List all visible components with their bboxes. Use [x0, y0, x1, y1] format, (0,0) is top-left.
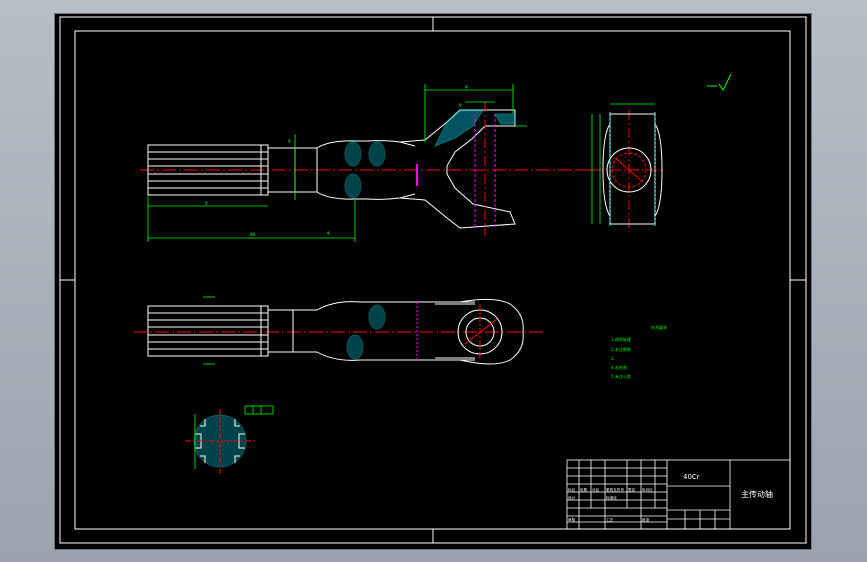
notes-heading: 技术要求: [651, 324, 667, 330]
svg-text:88: 88: [250, 232, 256, 237]
side-view: [575, 103, 665, 232]
centering-marks: [60, 17, 806, 543]
svg-text:更改文件号: 更改文件号: [606, 487, 624, 492]
svg-text:签名: 签名: [628, 487, 636, 492]
top-view: [133, 296, 543, 365]
svg-text:年月日: 年月日: [642, 487, 653, 492]
section-view: [185, 405, 274, 474]
svg-text:批准: 批准: [642, 517, 650, 522]
svg-text:工艺: 工艺: [606, 517, 614, 522]
svg-text:φ: φ: [288, 138, 291, 143]
note-line: 4.去毛刺: [611, 364, 627, 370]
svg-text:标准化: 标准化: [606, 495, 617, 500]
title-block-row1: 标记 处数 分区 更改文件号 签名 年月日: [568, 487, 653, 492]
yoke-hatch-top: [433, 109, 484, 147]
note-line: 2.未注倒角: [611, 346, 631, 352]
sheet-border: [59, 16, 807, 544]
title-block-row2: 设计 标准化: [568, 495, 617, 500]
svg-text:φ: φ: [327, 230, 330, 235]
technical-notes: 技术要求 1.调质处理 2.未注倒角 3. 4.去毛刺 5.未注公差: [611, 324, 667, 379]
break-section-a: [344, 141, 362, 167]
note-line: 1.调质处理: [611, 336, 631, 342]
yoke-side-outline: [609, 113, 656, 225]
title-block-row3: 审核 工艺 批准: [568, 517, 650, 522]
top-spline-shaft: [147, 305, 269, 357]
drawing-canvas[interactable]: φ 88 φ φ φ φ 技术要求 1.调质处理 2.未注倒角 3. 4.去毛刺…: [55, 14, 811, 549]
svg-text:设计: 设计: [568, 495, 576, 500]
svg-text:审核: 审核: [568, 517, 576, 522]
side-dimensions: [591, 103, 655, 224]
break-section-c: [368, 141, 386, 167]
material-label: 40Cr: [683, 473, 700, 481]
drawing-frame: [74, 30, 791, 530]
part-name: 主传动轴: [741, 489, 773, 499]
front-view: φ 88 φ φ φ φ: [140, 84, 595, 242]
svg-text:分区: 分区: [592, 487, 600, 492]
front-dimensions: [147, 84, 527, 242]
svg-text:φ: φ: [205, 200, 208, 205]
note-line: 3.: [611, 356, 615, 361]
note-line: 5.未注公差: [611, 373, 631, 379]
cad-model-space[interactable]: φ 88 φ φ φ φ 技术要求 1.调质处理 2.未注倒角 3. 4.去毛刺…: [55, 14, 811, 549]
svg-text:φ: φ: [465, 84, 468, 89]
svg-text:φ: φ: [459, 102, 462, 107]
svg-text:标记: 标记: [568, 487, 576, 492]
front-dim-labels: φ 88 φ φ φ φ: [205, 84, 468, 237]
break-section-b: [344, 173, 362, 199]
svg-text:处数: 处数: [580, 487, 588, 492]
roughness-mark: [707, 73, 732, 91]
